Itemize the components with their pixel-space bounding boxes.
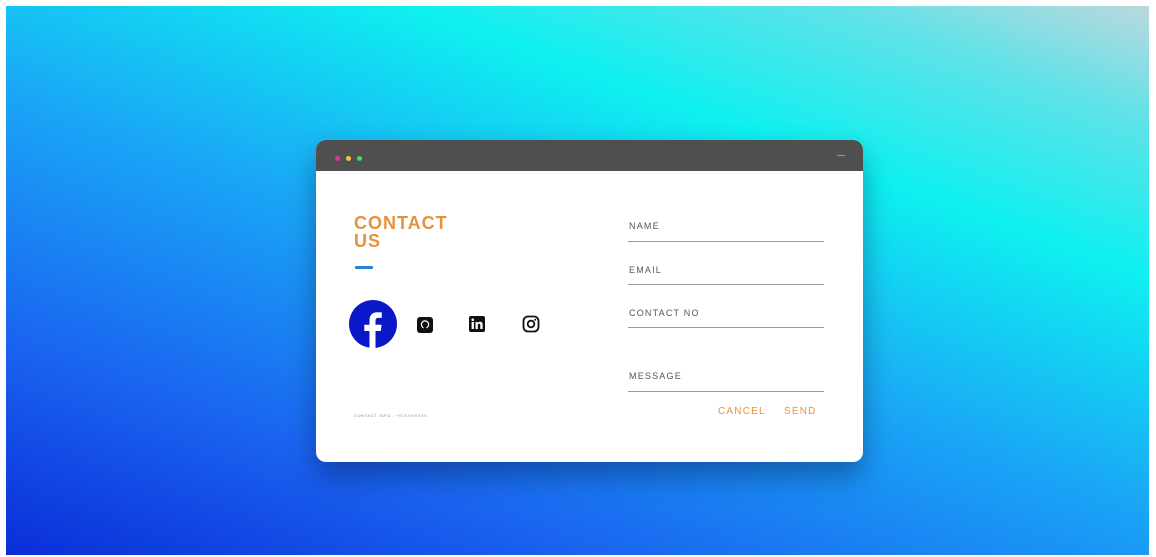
email-input[interactable] — [628, 255, 824, 284]
maximize-dot[interactable] — [357, 156, 362, 161]
name-field[interactable]: NAME — [628, 212, 824, 242]
cancel-button[interactable]: CANCEL — [718, 406, 766, 417]
linkedin-link[interactable] — [468, 315, 486, 333]
linkedin-icon — [469, 316, 485, 332]
window-titlebar — [316, 140, 863, 171]
name-input[interactable] — [628, 212, 824, 241]
title-underline — [355, 266, 373, 269]
send-button[interactable]: SEND — [784, 406, 817, 417]
close-dot[interactable] — [335, 156, 340, 161]
minimize-dot[interactable] — [346, 156, 351, 161]
gradient-background: CONTACT US CONTACT INFO: +91XXXXXXX NAM… — [6, 6, 1149, 555]
instagram-link[interactable] — [522, 315, 540, 333]
message-field[interactable]: MESSAGE — [628, 362, 824, 392]
contact-info: CONTACT INFO : +91XXXXXXX — [354, 413, 428, 418]
github-link[interactable] — [416, 316, 434, 334]
minimize-button[interactable] — [836, 154, 846, 157]
title-line-1: CONTACT — [354, 213, 448, 233]
page-title: CONTACT US — [354, 214, 484, 250]
instagram-icon — [522, 315, 540, 333]
contact-no-field[interactable]: CONTACT NO — [628, 298, 824, 328]
minus-icon — [837, 155, 845, 156]
message-input[interactable] — [628, 362, 824, 391]
facebook-icon — [349, 300, 397, 348]
facebook-link[interactable] — [349, 300, 397, 348]
github-icon — [417, 317, 433, 333]
email-field[interactable]: EMAIL — [628, 255, 824, 285]
contact-window: CONTACT US CONTACT INFO: +91XXXXXXX NAM… — [316, 140, 863, 462]
contact-no-input[interactable] — [628, 298, 824, 327]
title-line-2: US — [354, 231, 382, 251]
